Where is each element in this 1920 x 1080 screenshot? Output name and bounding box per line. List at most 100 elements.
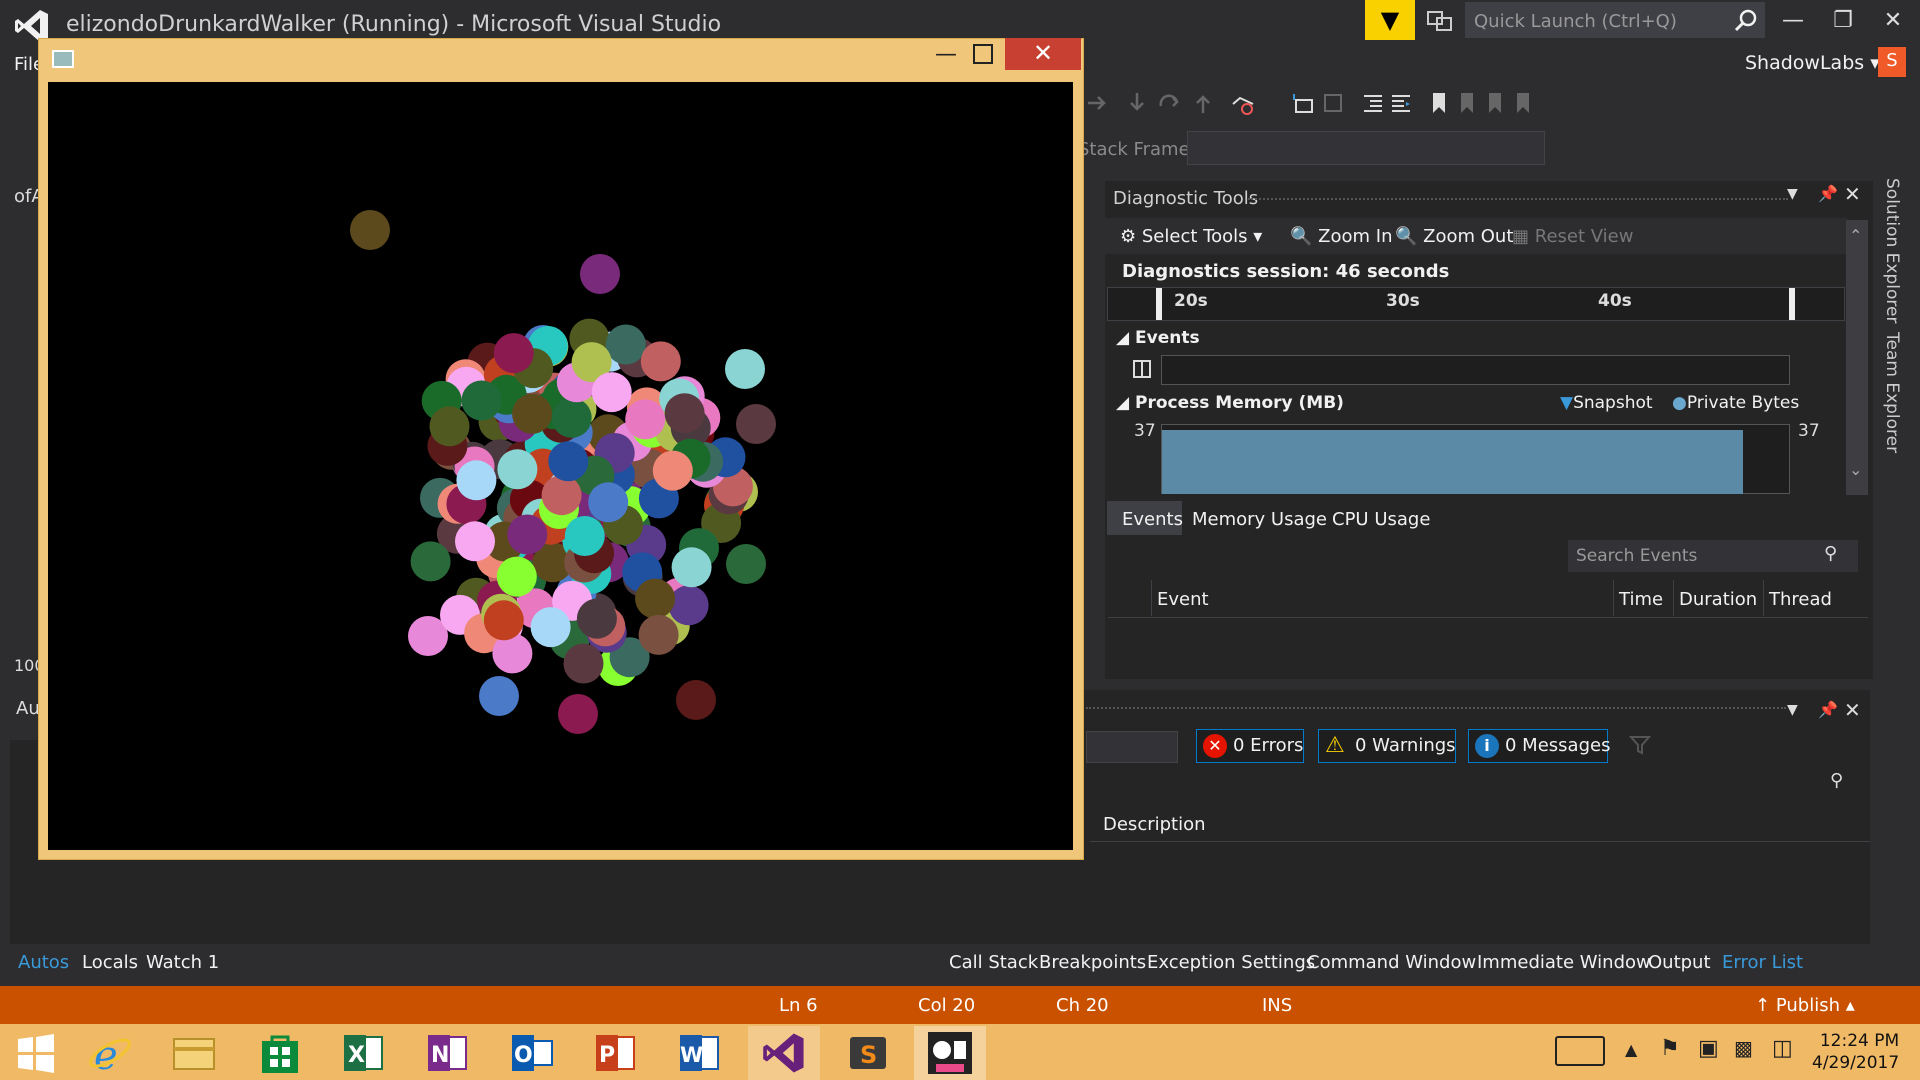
title-grip[interactable] xyxy=(1086,707,1786,709)
timeline-start-handle[interactable] xyxy=(1156,288,1162,320)
onenote-icon[interactable]: N xyxy=(412,1026,484,1080)
app-canvas[interactable] xyxy=(48,82,1073,850)
timeline-end-handle[interactable] xyxy=(1789,288,1795,320)
zoom-in-button[interactable]: 🔍 Zoom In xyxy=(1290,226,1393,247)
pause-icon[interactable] xyxy=(1133,358,1151,380)
clear-filter-icon[interactable] xyxy=(1628,733,1652,757)
battery-icon[interactable]: ▣ xyxy=(1698,1036,1719,1061)
internet-explorer-icon[interactable]: e xyxy=(74,1026,146,1080)
tab-events[interactable]: Events xyxy=(1122,509,1183,530)
flag-icon[interactable]: ⚑ xyxy=(1660,1036,1680,1061)
keyboard-icon[interactable] xyxy=(1555,1036,1605,1066)
excel-icon[interactable]: X xyxy=(328,1026,400,1080)
search-events-input[interactable]: Search Events xyxy=(1568,540,1858,572)
user-account[interactable]: ShadowLabs ▾ xyxy=(1745,52,1880,74)
warnings-filter-button[interactable]: ⚠ 0 Warnings xyxy=(1318,729,1456,763)
tab-team-explorer[interactable]: Team Explorer xyxy=(1882,332,1902,453)
column-header-event[interactable]: Event xyxy=(1157,589,1209,610)
visual-studio-icon[interactable] xyxy=(748,1026,820,1080)
walker-dot xyxy=(625,399,666,440)
notification-filter-icon[interactable]: ▼ xyxy=(1365,0,1415,40)
tab-error-list[interactable]: Error List xyxy=(1722,952,1803,973)
zoom-out-button[interactable]: 🔍 Zoom Out xyxy=(1395,226,1513,247)
tab-watch-1[interactable]: Watch 1 xyxy=(146,952,219,973)
tab-command-window[interactable]: Command Window xyxy=(1307,952,1476,973)
quick-launch-input[interactable]: Quick Launch (Ctrl+Q) xyxy=(1465,2,1765,38)
openframeworks-icon[interactable] xyxy=(914,1026,986,1080)
tab-call-stack[interactable]: Call Stack xyxy=(949,952,1038,973)
select-tools-button[interactable]: ⚙ Select Tools ▾ xyxy=(1120,226,1262,247)
messages-filter-button[interactable]: i0 Messages xyxy=(1468,729,1610,763)
search-icon[interactable]: ⚲ xyxy=(1830,770,1843,791)
tab-cpu-usage[interactable]: CPU Usage xyxy=(1332,509,1430,530)
tab-immediate-window[interactable]: Immediate Window xyxy=(1477,952,1651,973)
store-icon[interactable] xyxy=(244,1026,316,1080)
reset-view-button[interactable]: ▦ Reset View xyxy=(1512,226,1633,247)
publish-button[interactable]: ↑ Publish ▴ xyxy=(1755,995,1855,1016)
app-maximize-icon[interactable] xyxy=(973,44,993,64)
search-icon[interactable] xyxy=(1733,8,1759,34)
app-close-icon[interactable]: ✕ xyxy=(1005,38,1081,70)
panel-menu-chevron-icon[interactable]: ▼ xyxy=(1787,186,1798,202)
step-over-icon[interactable] xyxy=(1156,90,1182,116)
step-out-icon[interactable] xyxy=(1190,90,1216,116)
events-section-header[interactable]: ◢ Events xyxy=(1116,328,1200,348)
app-window-titlebar[interactable] xyxy=(38,38,1084,82)
panel-menu-chevron-icon[interactable]: ▼ xyxy=(1787,702,1798,718)
scroll-up-icon[interactable]: ⌃ xyxy=(1849,226,1862,245)
powerpoint-icon[interactable]: P xyxy=(580,1026,652,1080)
indent-icon[interactable] xyxy=(1360,90,1386,116)
error-scope-dropdown[interactable] xyxy=(1086,731,1178,763)
outlook-icon[interactable]: O xyxy=(496,1026,568,1080)
parallel-stacks-icon[interactable] xyxy=(1320,90,1346,116)
avatar[interactable]: S xyxy=(1878,47,1906,77)
process-memory-header[interactable]: ◢ Process Memory (MB) xyxy=(1116,393,1344,413)
tab-exception-settings[interactable]: Exception Settings xyxy=(1147,952,1315,973)
scroll-down-icon[interactable]: ⌄ xyxy=(1849,460,1862,479)
app-minimize-icon[interactable]: — xyxy=(935,42,957,67)
timeline-ruler[interactable] xyxy=(1107,287,1845,321)
taskbar-clock[interactable]: 12:24 PM 4/29/2017 xyxy=(1812,1030,1899,1074)
tab-autos[interactable]: Autos xyxy=(18,952,69,973)
column-header-description[interactable]: Description xyxy=(1103,814,1206,835)
close-icon[interactable]: ✕ xyxy=(1844,698,1861,722)
word-icon[interactable]: W xyxy=(664,1026,736,1080)
scrollbar[interactable]: ⌃ ⌄ xyxy=(1846,220,1868,495)
step-into-icon[interactable] xyxy=(1124,90,1150,116)
bookmark-icon[interactable] xyxy=(1426,90,1452,116)
close-icon[interactable]: ✕ xyxy=(1844,182,1861,206)
tab-memory-usage[interactable]: Memory Usage xyxy=(1192,509,1327,530)
pin-icon[interactable]: 📌 xyxy=(1818,700,1838,719)
breakpoint-toggle-icon[interactable] xyxy=(1230,90,1256,116)
start-icon[interactable] xyxy=(0,1026,72,1080)
title-grip[interactable] xyxy=(1248,198,1788,200)
stack-frame-dropdown[interactable] xyxy=(1187,131,1545,165)
restore-icon[interactable]: ❐ xyxy=(1826,8,1860,34)
search-icon[interactable]: ⚲ xyxy=(1824,543,1837,564)
prev-bookmark-icon[interactable] xyxy=(1454,90,1480,116)
clear-bookmarks-icon[interactable] xyxy=(1510,90,1536,116)
errors-filter-button[interactable]: ✕ 0 Errors xyxy=(1196,729,1304,763)
walker-dot xyxy=(429,406,470,447)
tab-output[interactable]: Output xyxy=(1648,952,1711,973)
next-bookmark-icon[interactable] xyxy=(1482,90,1508,116)
file-explorer-icon[interactable] xyxy=(158,1026,230,1080)
tab-locals[interactable]: Locals xyxy=(82,952,138,973)
volume-icon[interactable]: ◫ xyxy=(1772,1036,1793,1061)
step-arrow-icon[interactable] xyxy=(1084,90,1110,116)
show-threads-icon[interactable] xyxy=(1290,90,1316,116)
column-header-time[interactable]: Time xyxy=(1619,589,1663,610)
tab-solution-explorer[interactable]: Solution Explorer xyxy=(1882,178,1902,323)
sublime-icon[interactable]: S xyxy=(832,1026,904,1080)
column-header-thread[interactable]: Thread xyxy=(1769,589,1832,610)
show-hidden-icons-icon[interactable]: ▲ xyxy=(1625,1040,1637,1059)
feedback-icon[interactable] xyxy=(1425,6,1455,36)
outdent-icon[interactable] xyxy=(1388,90,1414,116)
events-track[interactable] xyxy=(1161,355,1790,385)
network-icon[interactable]: ▩ xyxy=(1734,1036,1753,1060)
pin-icon[interactable]: 📌 xyxy=(1818,184,1838,203)
close-icon[interactable]: ✕ xyxy=(1876,8,1910,34)
column-header-duration[interactable]: Duration xyxy=(1679,589,1757,610)
tab-breakpoints[interactable]: Breakpoints xyxy=(1039,952,1146,973)
minimize-icon[interactable]: — xyxy=(1776,8,1810,34)
